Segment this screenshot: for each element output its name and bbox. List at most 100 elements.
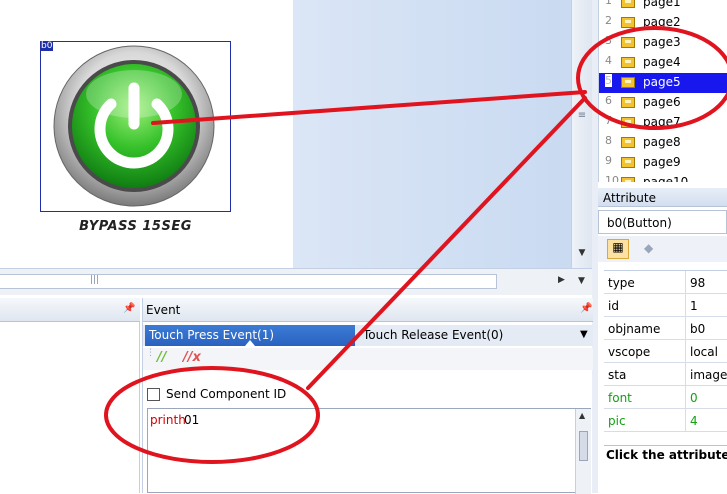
page-number: 1: [605, 0, 612, 7]
page-icon: [621, 0, 635, 8]
table-row[interactable]: pic 4: [604, 409, 727, 432]
toolbar-grip-icon: ⋮: [146, 348, 155, 358]
column-divider: [685, 340, 686, 363]
scroll-right-icon[interactable]: ▶: [558, 275, 565, 285]
column-divider: [685, 317, 686, 340]
attribute-value[interactable]: 98: [690, 276, 705, 290]
comment-button[interactable]: //: [157, 350, 167, 365]
scroll-down-icon[interactable]: ▼: [578, 276, 585, 286]
attribute-value[interactable]: 4: [690, 414, 698, 428]
attribute-value[interactable]: 0: [690, 391, 698, 405]
page-label: page6: [643, 95, 681, 109]
page-icon: [621, 77, 635, 88]
page-icon: [621, 97, 635, 108]
scroll-thumb[interactable]: [579, 431, 588, 461]
attribute-object-selector[interactable]: b0(Button): [598, 210, 727, 234]
code-argument: 01: [184, 413, 200, 427]
left-panel-header: 📌: [0, 298, 140, 322]
column-divider: [685, 363, 686, 386]
list-item[interactable]: 1 page1: [599, 0, 727, 13]
page-number: 8: [605, 134, 612, 147]
column-divider: [685, 386, 686, 409]
page-number: 6: [605, 94, 612, 107]
list-item[interactable]: 10 page10: [599, 173, 727, 182]
component-tag: b0: [40, 41, 54, 51]
page-label: page4: [643, 55, 681, 69]
event-tab-bar: Touch Press Event(1) Touch Release Event…: [143, 325, 593, 346]
page-icon: [621, 117, 635, 128]
page-label: page7: [643, 115, 681, 129]
attribute-toolbar: ▦ ◆: [598, 236, 727, 262]
page-list: 1 page1 2 page2 3 page3 4 page4 5 page5 …: [598, 0, 727, 182]
page-label: page8: [643, 135, 681, 149]
page-number: 4: [605, 54, 612, 67]
attribute-key: sta: [608, 368, 627, 382]
code-toolbar: ⋮ // //x: [143, 348, 593, 370]
page-number: 2: [605, 14, 612, 27]
canvas-horizontal-scrollbar[interactable]: ||| ▶ ▼: [0, 268, 592, 295]
list-item[interactable]: 8 page8: [599, 133, 727, 153]
table-row[interactable]: sta image: [604, 363, 727, 386]
canvas-background: [293, 0, 571, 268]
page-number: 3: [605, 34, 612, 47]
attribute-key: type: [608, 276, 635, 290]
scroll-up-icon[interactable]: ▲: [579, 411, 585, 420]
property-diamond-icon[interactable]: ◆: [644, 241, 653, 255]
attribute-help-text: Click the attribute t: [606, 448, 727, 462]
page-icon: [621, 17, 635, 28]
send-component-id-label[interactable]: Send Component ID: [166, 387, 286, 401]
active-tab-indicator: [245, 340, 255, 346]
categorized-view-icon[interactable]: ▦: [607, 239, 629, 259]
list-item[interactable]: 4 page4: [599, 53, 727, 73]
pin-icon[interactable]: 📌: [580, 303, 592, 314]
table-row[interactable]: type 98: [604, 271, 727, 294]
attribute-key: font: [608, 391, 632, 405]
table-row[interactable]: font 0: [604, 386, 727, 409]
event-panel: Event 📌 Touch Press Event(1) Touch Relea…: [142, 298, 593, 494]
page-number: 10: [605, 174, 619, 182]
pin-icon[interactable]: 📌: [123, 303, 135, 314]
page-label: page10: [643, 175, 689, 182]
page-icon: [621, 57, 635, 68]
column-divider: [685, 409, 686, 432]
power-button-component[interactable]: [40, 41, 231, 212]
canvas-vertical-scrollbar[interactable]: ≡ ▼: [571, 0, 592, 268]
left-panel-body: [0, 322, 140, 493]
scroll-thumb[interactable]: [0, 274, 497, 289]
attribute-key: objname: [608, 322, 661, 336]
send-component-id-checkbox[interactable]: [147, 388, 160, 401]
scroll-down-icon[interactable]: ▼: [576, 248, 588, 260]
list-item[interactable]: 3 page3: [599, 33, 727, 53]
code-keyword: printh: [150, 413, 186, 427]
scroll-grip-icon: |||: [90, 275, 100, 285]
power-button-image: [53, 45, 215, 207]
attribute-value[interactable]: local: [690, 345, 718, 359]
attribute-value[interactable]: image: [690, 368, 727, 382]
list-item[interactable]: 9 page9: [599, 153, 727, 173]
code-editor[interactable]: printh 01 ▲: [147, 408, 591, 494]
page-icon: [621, 177, 635, 182]
attribute-key: pic: [608, 414, 626, 428]
list-item[interactable]: 6 page6: [599, 93, 727, 113]
attribute-panel-title: Attribute: [603, 191, 656, 205]
attribute-value[interactable]: 1: [690, 299, 698, 313]
list-item[interactable]: 7 page7: [599, 113, 727, 133]
attribute-panel-header: Attribute: [598, 188, 727, 207]
page-icon: [621, 157, 635, 168]
table-row[interactable]: vscope local: [604, 340, 727, 363]
column-divider: [685, 271, 686, 294]
attribute-value[interactable]: b0: [690, 322, 705, 336]
list-item[interactable]: 2 page2: [599, 13, 727, 33]
page-label: page5: [641, 75, 683, 89]
chevron-down-icon[interactable]: ▼: [580, 329, 588, 340]
page-label: page9: [643, 155, 681, 169]
uncomment-button[interactable]: //x: [183, 350, 201, 365]
scroll-grip-icon[interactable]: ≡: [576, 110, 588, 124]
list-item-selected[interactable]: 5 page5: [599, 73, 727, 93]
page-label: page3: [643, 35, 681, 49]
event-panel-header: Event 📌: [143, 298, 593, 322]
table-row[interactable]: id 1: [604, 294, 727, 317]
tab-touch-release-event[interactable]: Touch Release Event(0): [363, 328, 503, 342]
table-row[interactable]: objname b0: [604, 317, 727, 340]
code-vertical-scrollbar[interactable]: ▲: [575, 409, 591, 494]
